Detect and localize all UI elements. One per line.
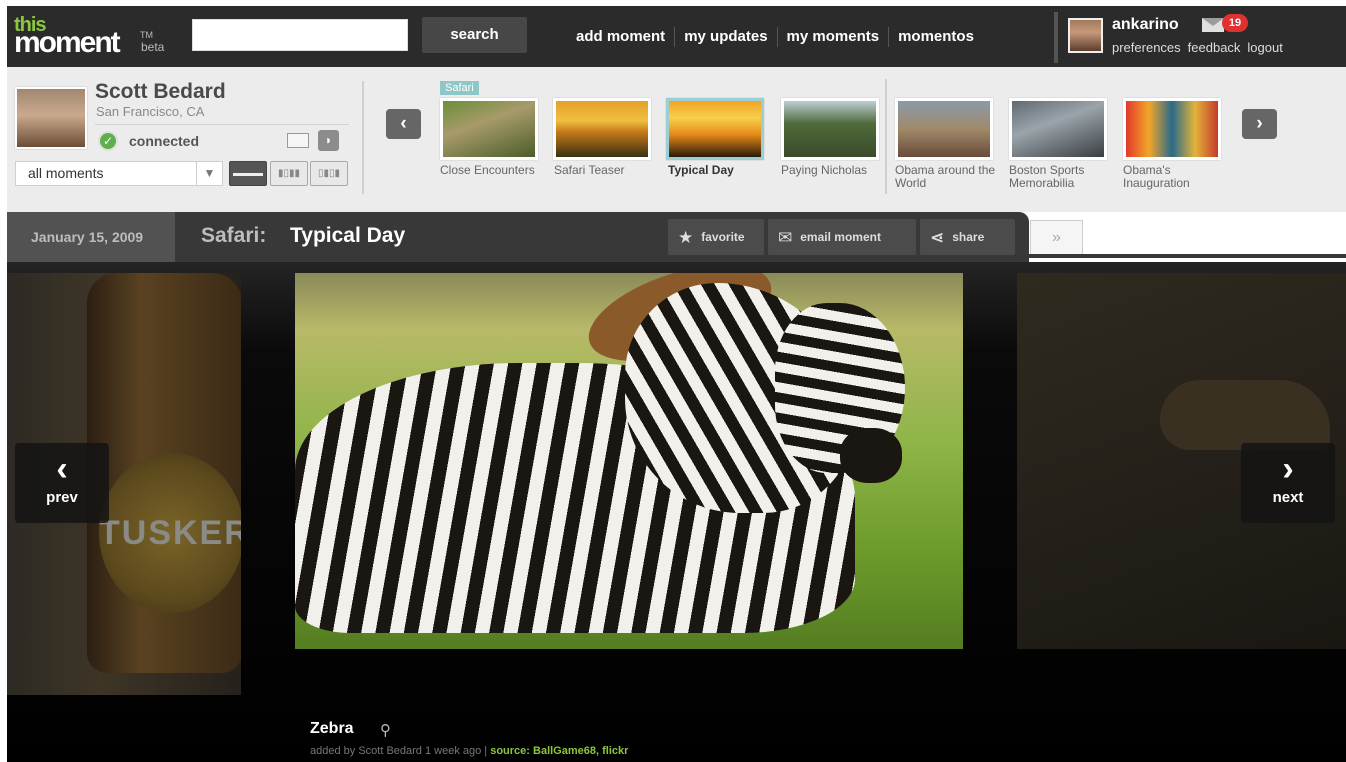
moments-filter-select[interactable]: all moments ▼ (15, 161, 223, 186)
thumb-paying-nicholas[interactable] (781, 98, 879, 160)
added-by: added by Scott Bedard 1 week ago | (310, 745, 488, 757)
moments-filter-value: all moments (28, 165, 104, 181)
logo-beta: beta (141, 40, 165, 54)
search-button[interactable]: search (422, 17, 527, 53)
logo-tm: TM (140, 30, 153, 40)
thumb-label-obamas-inauguration[interactable]: Obama's Inauguration (1123, 164, 1228, 190)
check-icon: ✓ (98, 131, 118, 151)
mail-icon[interactable] (1202, 18, 1224, 32)
thumb-obama-around-the-world[interactable] (895, 98, 993, 160)
title-underline (1029, 254, 1346, 258)
mail-count-badge[interactable]: 19 (1222, 14, 1248, 32)
thumb-label-obama-around-the-world[interactable]: Obama around the World (895, 164, 1000, 190)
timeline-view-button[interactable]: ▮▯▮▮ (270, 161, 308, 186)
photo-caption: Zebra (310, 720, 354, 737)
logo-moment: moment (14, 26, 121, 59)
photo-source-link[interactable]: source: BallGame68, flickr (490, 745, 628, 757)
thumb-typical-day[interactable] (666, 98, 764, 160)
profile-name[interactable]: Scott Bedard (95, 80, 226, 104)
profile-location: San Francisco, CA (96, 104, 205, 119)
chevron-down-icon: ▼ (196, 162, 222, 185)
bottle-label: TUSKER (99, 453, 241, 613)
thumb-label-typical-day[interactable]: Typical Day (668, 164, 773, 177)
feedback-link[interactable]: feedback (1188, 40, 1241, 55)
profile-strip: Scott Bedard San Francisco, CA ✓ connect… (7, 67, 1346, 212)
user-name[interactable]: ankarino (1112, 16, 1179, 34)
profile-photo[interactable] (15, 87, 87, 149)
prev-label: prev (46, 489, 78, 506)
strip-divider-2 (885, 79, 887, 194)
main-nav: add moment my updates my moments momento… (567, 26, 983, 48)
connected-status: connected (129, 133, 200, 149)
thumb-label-paying-nicholas[interactable]: Paying Nicholas (781, 164, 886, 177)
user-links: preferences feedback logout (1112, 40, 1290, 55)
envelope-icon: ✉ (778, 227, 793, 247)
list-view-button[interactable]: ▬▬▬ (229, 161, 267, 186)
search-input[interactable] (192, 19, 408, 51)
moment-category[interactable]: Safari: (201, 224, 266, 248)
prev-button[interactable]: ‹ prev (15, 443, 109, 523)
thumb-label-boston-sports-memorabilia[interactable]: Boston Sports Memorabilia (1009, 164, 1114, 190)
share-label: share (952, 230, 985, 244)
preferences-link[interactable]: preferences (1112, 40, 1181, 55)
profile-divider (95, 124, 349, 125)
logout-link[interactable]: logout (1247, 40, 1282, 55)
this-moment-logo[interactable]: this moment TM beta (14, 14, 174, 60)
strip-prev-arrow-icon[interactable]: ‹ (386, 109, 421, 139)
moment-title: Typical Day (290, 224, 406, 247)
favorite-button[interactable]: ★ favorite (668, 219, 764, 255)
top-bar: this moment TM beta search add moment my… (7, 6, 1346, 67)
user-avatar[interactable] (1068, 18, 1103, 53)
thumb-safari-teaser[interactable] (553, 98, 651, 160)
chevron-left-icon: ‹ (56, 450, 68, 488)
topbar-divider (1054, 12, 1058, 63)
email-moment-button[interactable]: ✉ email moment (768, 219, 916, 255)
chevron-right-icon: › (1282, 450, 1294, 488)
strip-next-arrow-icon[interactable]: › (1242, 109, 1277, 139)
next-button[interactable]: › next (1241, 443, 1335, 523)
thumb-boston-sports-memorabilia[interactable] (1009, 98, 1107, 160)
thumb-close-encounters[interactable] (440, 98, 538, 160)
photo-meta: added by Scott Bedard 1 week ago | sourc… (310, 745, 628, 757)
rss-icon[interactable]: ◗ (318, 130, 339, 151)
email-moment-label: email moment (800, 230, 881, 244)
serval-shape (1160, 380, 1330, 450)
magnifier-icon[interactable]: ⚲ (380, 721, 391, 739)
nav-add-moment[interactable]: add moment (567, 27, 674, 47)
star-icon: ★ (678, 227, 694, 247)
thumb-label-close-encounters[interactable]: Close Encounters (440, 164, 545, 177)
safari-tag: Safari (440, 81, 479, 95)
thumb-obamas-inauguration[interactable] (1123, 98, 1221, 160)
thumb-label-safari-teaser[interactable]: Safari Teaser (554, 164, 659, 177)
zebra-muzzle (840, 428, 902, 483)
share-button[interactable]: ⋖ share (920, 219, 1015, 255)
next-label: next (1272, 489, 1304, 506)
bar-view-button[interactable]: ▯▮▯▮ (310, 161, 348, 186)
strip-divider (362, 81, 364, 194)
nav-momentos[interactable]: momentos (888, 27, 983, 47)
moment-date: January 15, 2009 (7, 212, 175, 262)
nav-my-moments[interactable]: my moments (776, 27, 889, 47)
more-tab[interactable]: » (1030, 220, 1083, 256)
envelope-icon[interactable] (287, 133, 309, 148)
main-photo[interactable] (295, 273, 963, 649)
favorite-label: favorite (701, 230, 745, 244)
nav-my-updates[interactable]: my updates (674, 27, 776, 47)
share-icon: ⋖ (930, 227, 945, 247)
